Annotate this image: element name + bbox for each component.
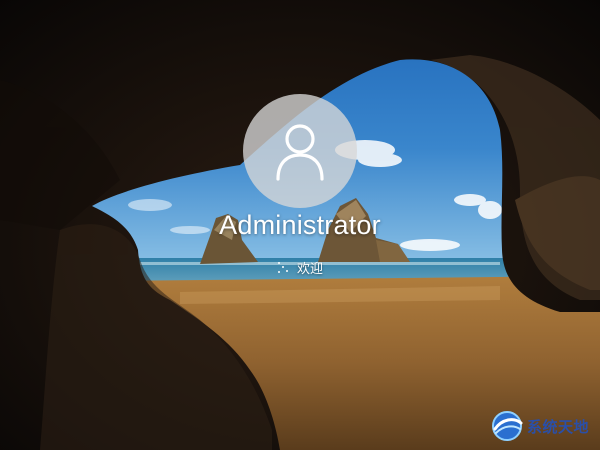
- watermark-text: 系统天地: [527, 417, 590, 436]
- welcome-text: 欢迎: [296, 262, 323, 277]
- user-name: Administrator: [219, 210, 381, 240]
- globe-logo-icon: [492, 411, 523, 441]
- user-silhouette-icon: [276, 124, 324, 181]
- watermark: 系统天地: [490, 406, 594, 446]
- welcome-status: 欢迎: [0, 258, 600, 277]
- user-avatar[interactable]: [243, 94, 357, 208]
- loading-dots-icon: [277, 261, 291, 275]
